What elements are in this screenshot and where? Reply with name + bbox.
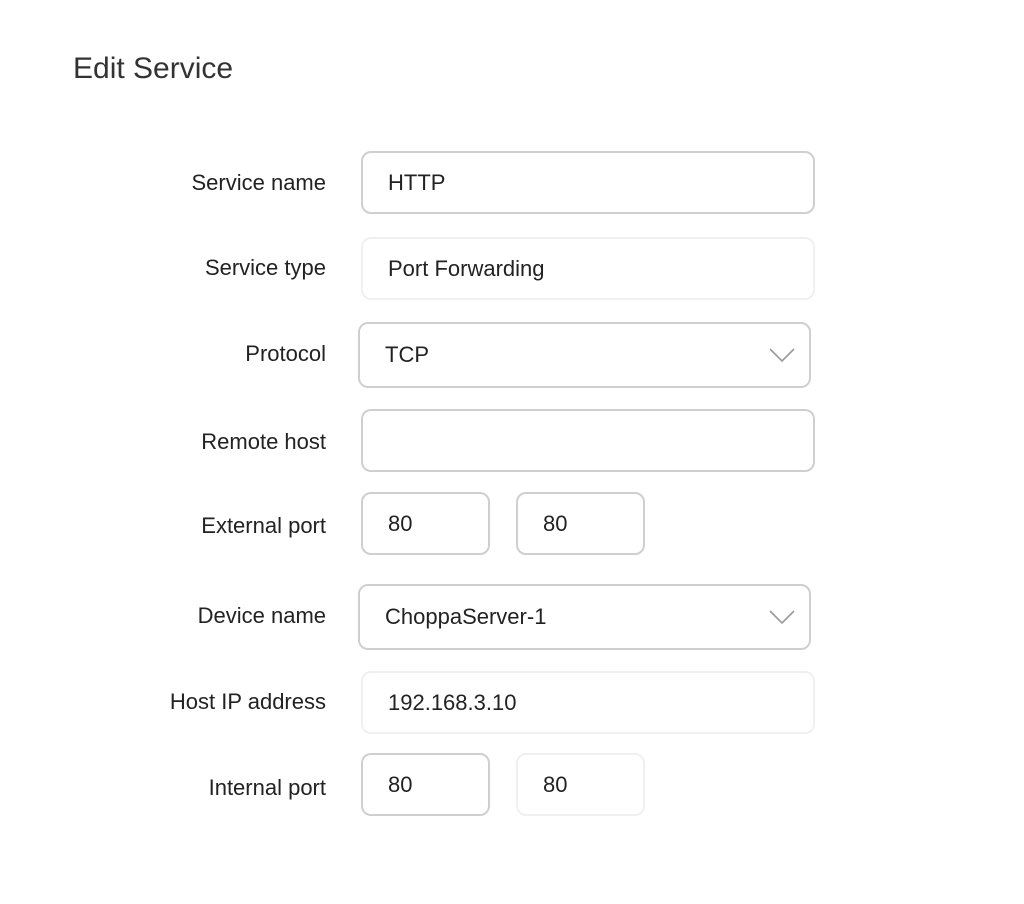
- external-port-end-value: 80: [543, 510, 568, 536]
- external-port-start-value: 80: [388, 510, 413, 536]
- protocol-value: TCP: [385, 342, 429, 367]
- page-title: Edit Service: [73, 52, 234, 85]
- service-type-label: Service type: [204, 255, 326, 280]
- internal-port-end-value: 80: [543, 771, 568, 797]
- internal-port-start-input[interactable]: 80: [361, 753, 490, 816]
- device-name-select[interactable]: ChoppaServer-1: [358, 584, 811, 650]
- external-port-start-input[interactable]: 80: [361, 492, 490, 555]
- external-port-label: External port: [201, 513, 326, 538]
- service-type-value: Port Forwarding: [388, 255, 545, 281]
- internal-port-end-field: 80: [516, 753, 645, 816]
- service-type-field: Port Forwarding: [361, 237, 815, 300]
- host-ip-field: 192.168.3.10: [361, 671, 815, 734]
- service-name-value: HTTP: [388, 169, 446, 195]
- device-name-label: Device name: [197, 603, 326, 628]
- protocol-select[interactable]: TCP: [358, 322, 811, 388]
- edit-service-page: Edit Service Service name HTTP Service t…: [0, 0, 1024, 904]
- chevron-down-icon: [769, 610, 795, 625]
- service-name-input[interactable]: HTTP: [361, 151, 815, 214]
- chevron-down-icon: [769, 348, 795, 363]
- internal-port-start-value: 80: [388, 771, 413, 797]
- remote-host-label: Remote host: [201, 429, 326, 454]
- host-ip-label: Host IP address: [169, 689, 326, 714]
- protocol-label: Protocol: [245, 341, 326, 366]
- internal-port-label: Internal port: [208, 775, 326, 800]
- service-name-label: Service name: [191, 170, 326, 195]
- remote-host-input[interactable]: [361, 409, 815, 472]
- host-ip-value: 192.168.3.10: [388, 689, 517, 715]
- device-name-value: ChoppaServer-1: [385, 604, 547, 629]
- external-port-end-input[interactable]: 80: [516, 492, 645, 555]
